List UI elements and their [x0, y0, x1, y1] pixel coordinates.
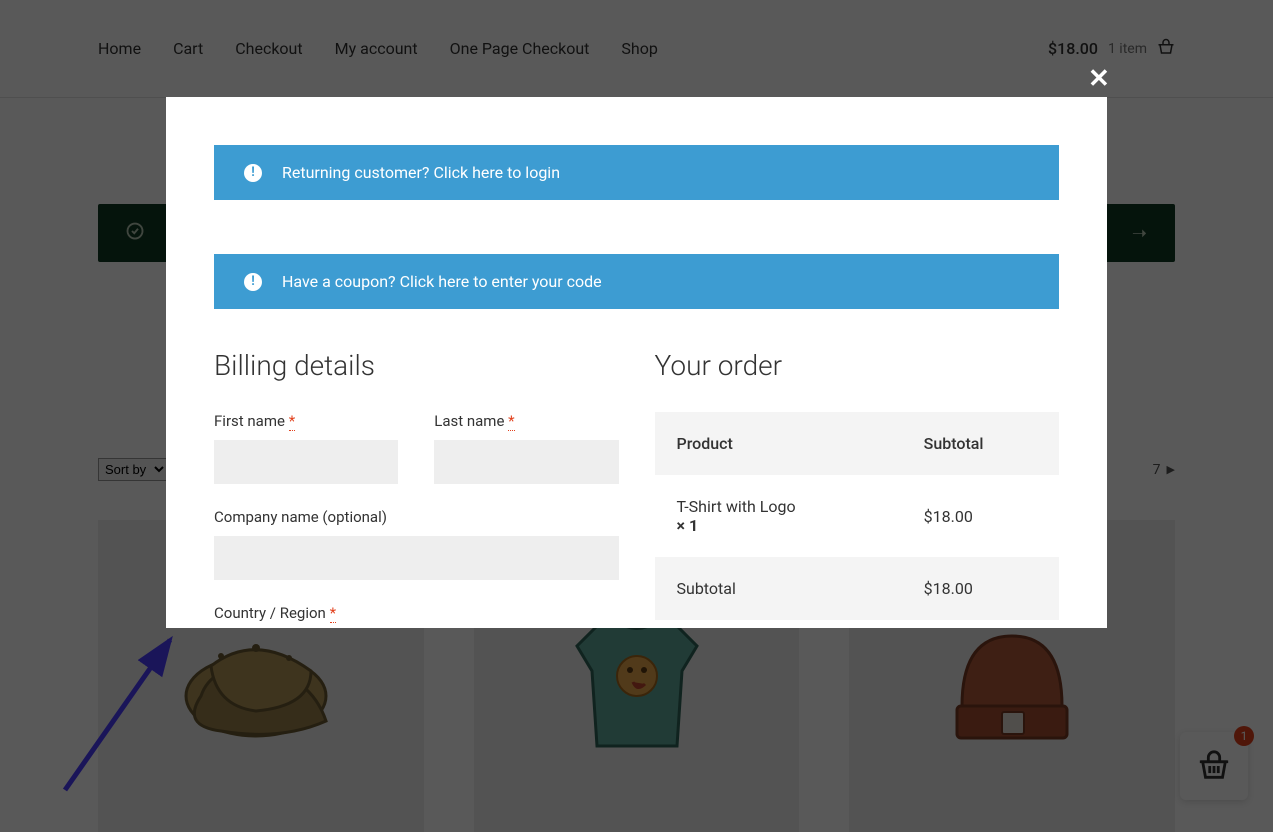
order-summary-table: Product Subtotal T-Shirt with Logo × 1 $…	[655, 412, 1060, 620]
checkout-modal: ! Returning customer? Click here to logi…	[166, 97, 1107, 628]
company-input[interactable]	[214, 536, 619, 580]
last-name-label: Last name *	[434, 412, 618, 430]
th-subtotal: Subtotal	[902, 412, 1059, 475]
item-qty: × 1	[677, 516, 699, 535]
login-notice[interactable]: ! Returning customer? Click here to logi…	[214, 145, 1059, 200]
item-price: $18.00	[902, 475, 1059, 557]
modal-scroll-area[interactable]: ! Returning customer? Click here to logi…	[166, 97, 1107, 628]
country-label: Country / Region *	[214, 604, 619, 622]
coupon-notice[interactable]: ! Have a coupon? Click here to enter you…	[214, 254, 1059, 309]
your-order-section: Your order Product Subtotal T-Shirt with…	[655, 349, 1060, 628]
first-name-input[interactable]	[214, 440, 398, 484]
last-name-input[interactable]	[434, 440, 618, 484]
subtotal-value: $18.00	[902, 557, 1059, 620]
billing-title: Billing details	[214, 349, 619, 382]
coupon-notice-text: Have a coupon? Click here to enter your …	[282, 272, 602, 291]
info-icon: !	[244, 164, 262, 182]
billing-details-section: Billing details First name * Last name *	[214, 349, 619, 628]
order-title: Your order	[655, 349, 1060, 382]
info-icon: !	[244, 273, 262, 291]
subtotal-label: Subtotal	[655, 557, 902, 620]
first-name-label: First name *	[214, 412, 398, 430]
item-name: T-Shirt with Logo	[677, 497, 796, 516]
modal-close-button[interactable]: ✕	[1088, 64, 1110, 94]
company-label: Company name (optional)	[214, 508, 619, 526]
order-line-item: T-Shirt with Logo × 1 $18.00	[655, 475, 1060, 557]
login-notice-text: Returning customer? Click here to login	[282, 163, 560, 182]
order-subtotal-row: Subtotal $18.00	[655, 557, 1060, 620]
th-product: Product	[655, 412, 902, 475]
